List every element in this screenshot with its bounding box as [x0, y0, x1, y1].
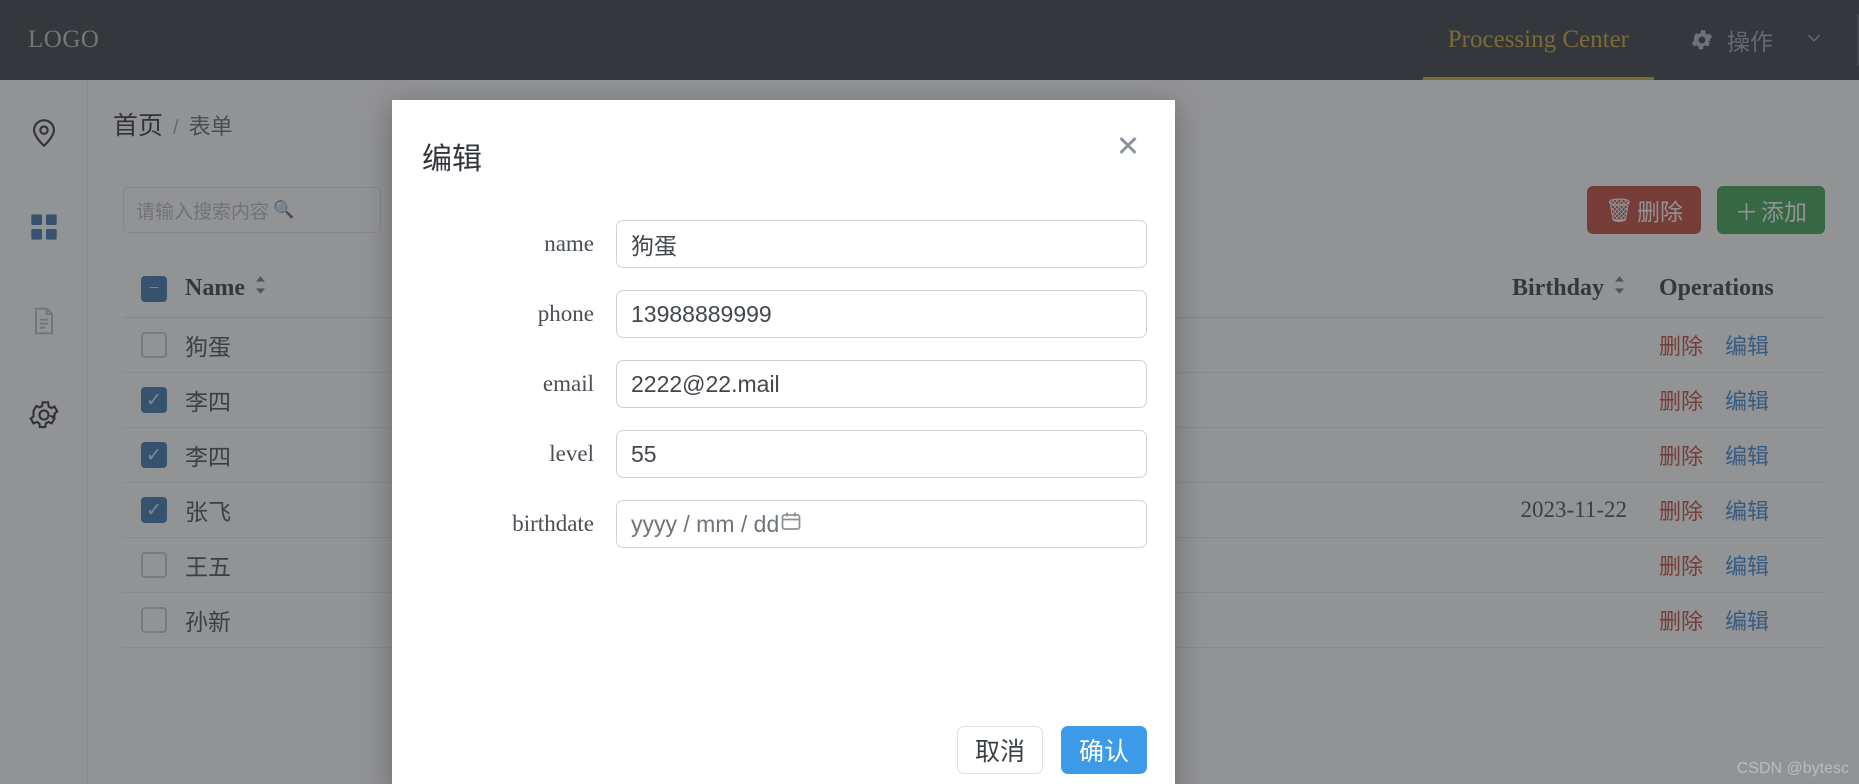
field-value-email: 2222@22.mail — [631, 370, 780, 397]
form-row-name: name 狗蛋 — [420, 220, 1147, 268]
field-label-level: level — [549, 441, 594, 466]
form-row-level: level 55 — [420, 430, 1147, 478]
watermark: CSDN @bytesc — [1736, 760, 1849, 777]
cancel-button[interactable]: 取消 — [957, 726, 1043, 774]
dialog-form: name 狗蛋 phone 13988889999 email 2222@22.mail l… — [392, 178, 1175, 726]
field-input-phone[interactable]: 13988889999 — [616, 290, 1147, 338]
dialog-footer: 取消 确认 — [392, 726, 1175, 784]
field-label-name: name — [544, 231, 594, 256]
field-label-email: email — [542, 371, 594, 396]
field-value-birthdate: yyyy / mm / dd — [631, 510, 780, 537]
field-value-name: 狗蛋 — [631, 233, 677, 259]
field-value-phone: 13988889999 — [631, 300, 772, 327]
confirm-button-label: 确认 — [1078, 738, 1129, 766]
cancel-button-label: 取消 — [974, 738, 1025, 766]
calendar-icon[interactable] — [779, 509, 803, 539]
field-input-birthdate[interactable]: yyyy / mm / dd — [616, 500, 1147, 548]
edit-dialog: 编辑 ✕ name 狗蛋 phone 13988889999 email 2222@22.… — [392, 100, 1175, 784]
form-row-birthdate: birthdate yyyy / mm / dd — [420, 500, 1147, 548]
dialog-title: 编辑 — [422, 143, 482, 176]
field-input-level[interactable]: 55 — [616, 430, 1147, 478]
close-icon[interactable]: ✕ — [1113, 133, 1143, 164]
dialog-header: 编辑 ✕ — [392, 100, 1175, 178]
field-label-birthdate: birthdate — [512, 511, 594, 536]
field-label-phone: phone — [537, 301, 594, 326]
field-value-level: 55 — [631, 440, 657, 467]
field-input-name[interactable]: 狗蛋 — [616, 220, 1147, 268]
field-input-email[interactable]: 2222@22.mail — [616, 360, 1147, 408]
form-row-email: email 2222@22.mail — [420, 360, 1147, 408]
form-row-phone: phone 13988889999 — [420, 290, 1147, 338]
confirm-button[interactable]: 确认 — [1061, 726, 1147, 774]
